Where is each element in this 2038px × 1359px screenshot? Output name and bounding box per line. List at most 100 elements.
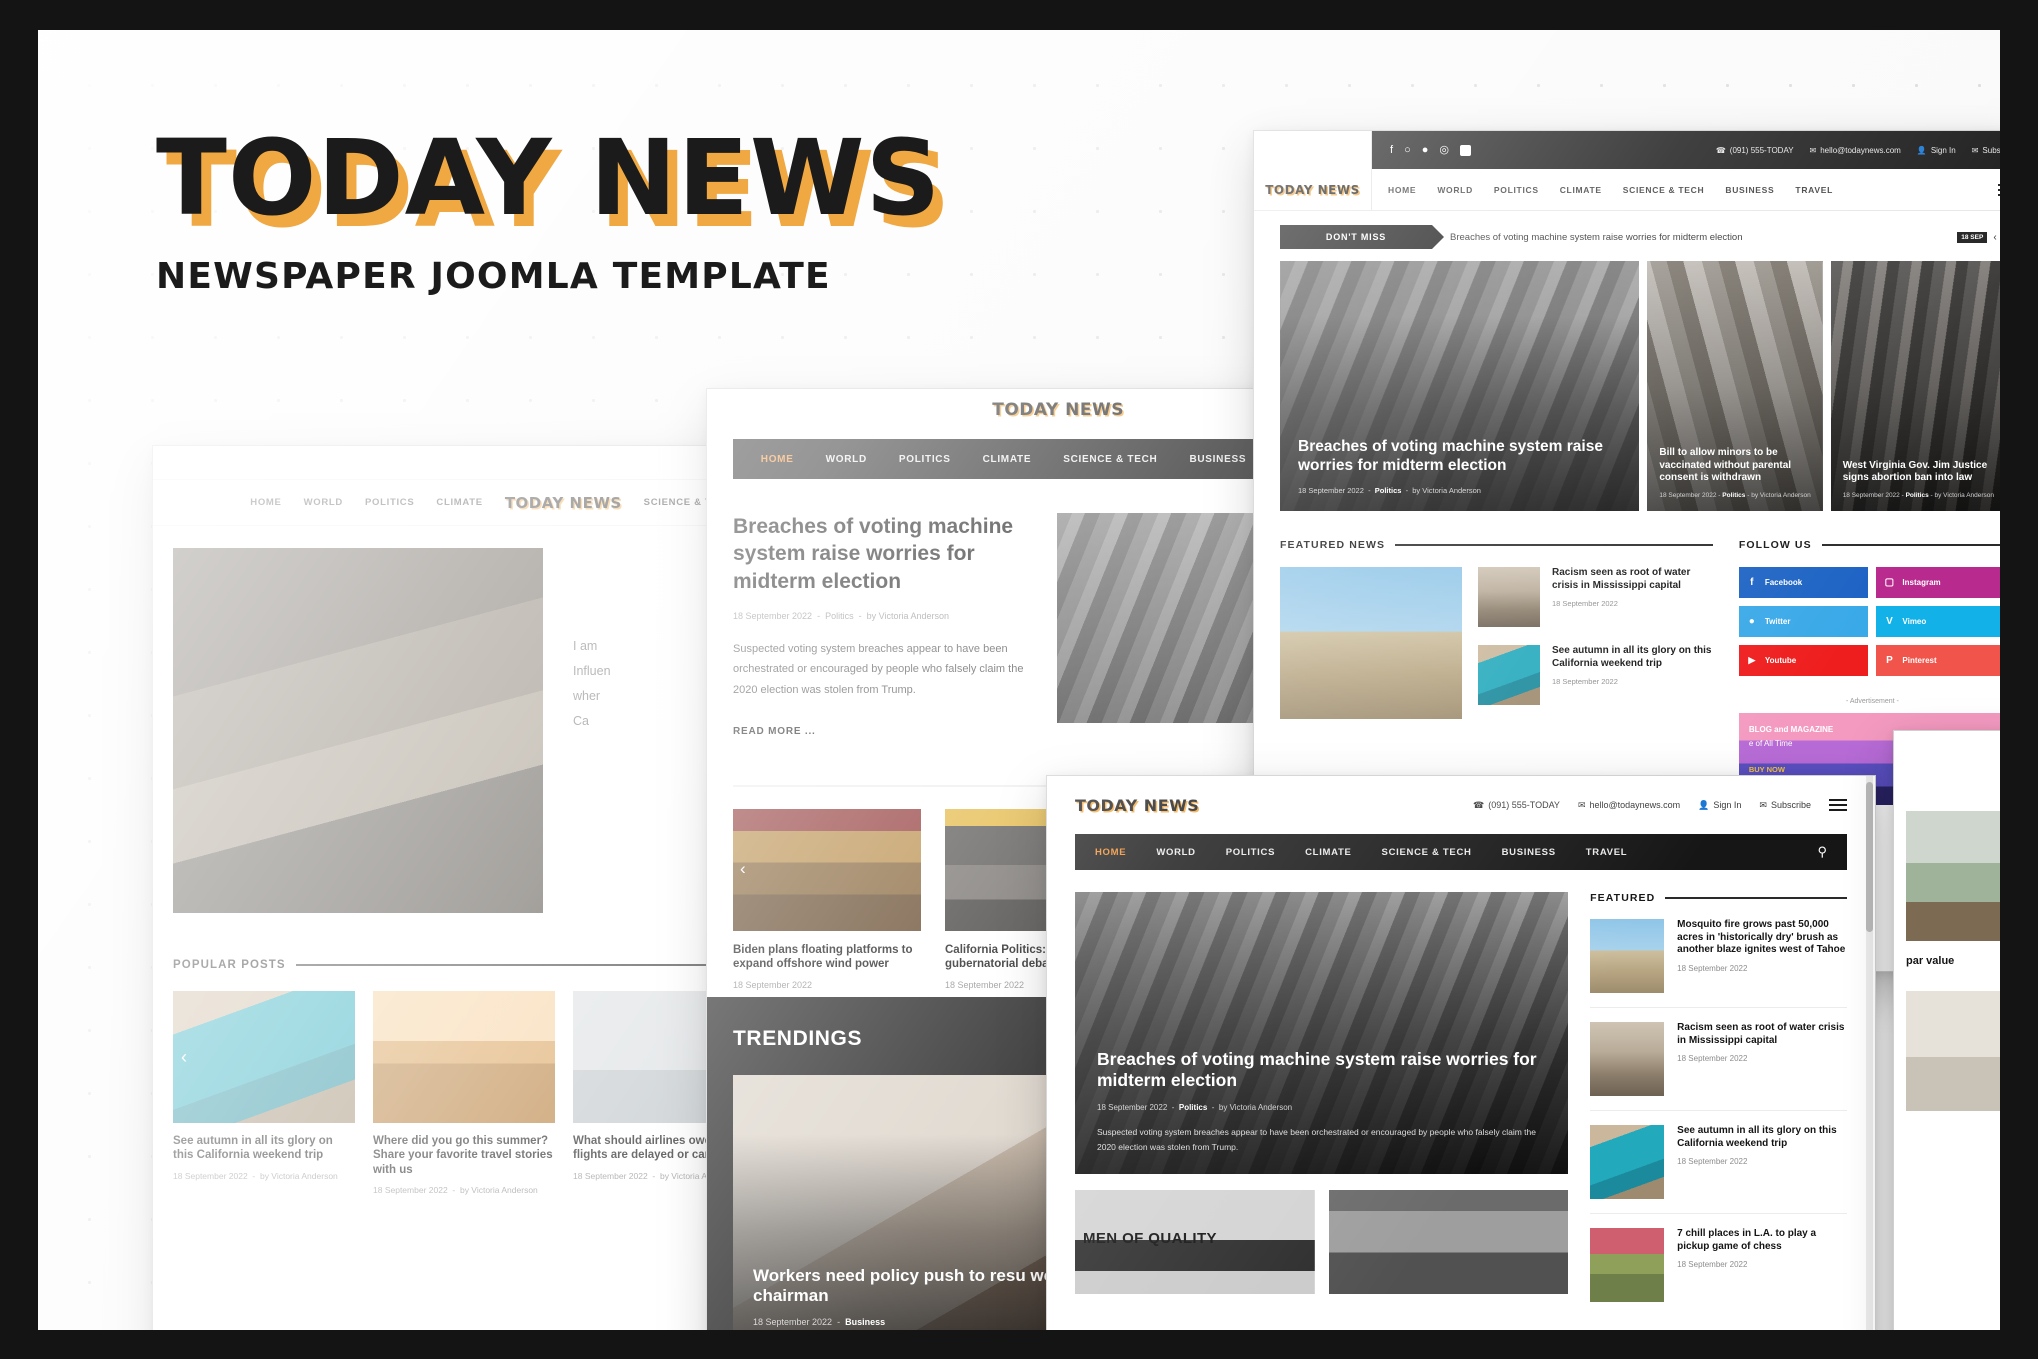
strip-card[interactable] (1328, 1190, 1569, 1294)
item-title[interactable]: Mosquito fire grows past 50,000 acres in… (1677, 919, 1847, 957)
signin-button[interactable]: 👤 Sign In (1917, 146, 1956, 155)
card-title[interactable]: Bill to allow minors to be vaccinated wi… (1659, 447, 1810, 484)
nav-item-business[interactable]: BUSINESS (1189, 454, 1246, 465)
item-thumbnail[interactable] (1590, 919, 1665, 993)
social-icon-row[interactable]: f ○ ● ◎ (1390, 144, 1471, 156)
brand-logo[interactable]: TODAY NEWS (1265, 183, 1359, 197)
brand-logo[interactable]: TODAY NEWS (1075, 796, 1199, 815)
search-icon[interactable]: ⚲ (1817, 844, 1827, 860)
featured-list-item[interactable]: See autumn in all its glory on this Cali… (1478, 645, 1713, 705)
featured-main-image[interactable] (1280, 567, 1462, 719)
trendings-category[interactable]: Business (845, 1317, 885, 1327)
article-category[interactable]: Politics (825, 611, 854, 621)
nav-item-world[interactable]: WORLD (826, 454, 867, 465)
youtube-icon[interactable] (802, 404, 814, 416)
youtube-icon[interactable] (1459, 144, 1471, 156)
post-thumbnail[interactable]: ‹ (173, 991, 355, 1123)
chevron-left-icon[interactable]: ‹ (740, 859, 746, 879)
social-icon-row[interactable]: f ○ ● ◎ (173, 457, 250, 468)
social-button-pinterest[interactable]: P Pinterest (1876, 645, 2000, 676)
signin-button[interactable]: 👤 Sign In (1698, 800, 1741, 811)
nav-item-politics[interactable]: POLITICS (1494, 185, 1539, 195)
facebook-icon[interactable]: f (733, 404, 736, 416)
twitter-icon[interactable]: ○ (1404, 144, 1411, 156)
nav-item-home[interactable]: HOME (761, 454, 794, 465)
nav-item-home[interactable]: HOME (250, 497, 281, 508)
github-icon[interactable]: ● (765, 404, 772, 416)
nav-item-science[interactable]: SCIENCE & TECH (1382, 847, 1472, 858)
mockup-bottomright-home[interactable]: TODAY NEWS ☎ (091) 555-TODAY ✉ hello@tod… (1046, 775, 1876, 1330)
card-image[interactable] (1328, 1190, 1569, 1294)
page-scrollbar[interactable] (1866, 776, 1873, 1330)
hamburger-icon[interactable] (1829, 799, 1847, 811)
hero-title[interactable]: Breaches of voting machine system raise … (1097, 1049, 1546, 1092)
nav-item-science[interactable]: SCIENCE & TECH (1623, 185, 1705, 195)
nav-item-politics[interactable]: POLITICS (899, 454, 951, 465)
dont-miss-headline[interactable]: Breaches of voting machine system raise … (1450, 232, 1743, 243)
card-category[interactable]: Politics (1722, 492, 1745, 499)
nav-item-travel[interactable]: TRAVEL (1795, 185, 1833, 195)
nav-item-world[interactable]: WORLD (304, 497, 343, 508)
popular-post-card[interactable]: Where did you go this summer? Share your… (373, 991, 555, 1195)
social-icon-row[interactable]: f ○ ● ◎ (733, 404, 814, 416)
item-title[interactable]: Racism seen as root of water crisis in M… (1677, 1022, 1847, 1047)
github-icon[interactable]: ● (1422, 144, 1429, 156)
read-more-link[interactable]: READ MORE ... (733, 726, 1033, 737)
social-button-instagram[interactable]: ▢ Instagram (1876, 567, 2000, 598)
subscribe-button[interactable]: ✉ Subscribe (1759, 800, 1811, 811)
mid-nav[interactable]: HOME WORLD POLITICS CLIMATE SCIENCE & TE… (733, 439, 1274, 479)
article-title[interactable]: Breaches of voting machine system raise … (733, 513, 1033, 595)
email-info[interactable]: ✉ hello@todaynews.com (1810, 146, 1901, 155)
nav-item-climate[interactable]: CLIMATE (436, 497, 482, 508)
subscribe-button[interactable]: ✉ Subscribe (1972, 146, 2000, 155)
card-image[interactable]: ‹ (733, 808, 921, 931)
nav-item-home[interactable]: HOME (1095, 847, 1126, 858)
sidebar-item[interactable]: See autumn in all its glory on this Cali… (1590, 1111, 1847, 1213)
nav-item-climate[interactable]: CLIMATE (983, 454, 1032, 465)
hero-category[interactable]: Politics (1375, 486, 1402, 495)
nav-item-home[interactable]: HOME (1388, 185, 1416, 195)
post-title[interactable]: Where did you go this summer? Share your… (373, 1134, 555, 1177)
facebook-icon[interactable]: f (1390, 144, 1393, 156)
nav-item-travel[interactable]: TRAVEL (1586, 847, 1628, 858)
phone-info[interactable]: ☎ (091) 555-TODAY (1716, 146, 1794, 155)
item-title[interactable]: See autumn in all its glory on this Cali… (1552, 645, 1713, 670)
item-thumbnail[interactable] (1590, 1022, 1665, 1096)
hero-card[interactable]: Breaches of voting machine system raise … (1075, 892, 1569, 1174)
twitter-icon[interactable]: ○ (747, 404, 754, 416)
nav-item-climate[interactable]: CLIMATE (1560, 185, 1602, 195)
nav-item-world[interactable]: WORLD (1437, 185, 1473, 195)
item-thumbnail[interactable] (1590, 1125, 1665, 1199)
post-title[interactable]: See autumn in all its glory on this Cali… (173, 1134, 355, 1163)
nav-item-climate[interactable]: CLIMATE (1305, 847, 1351, 858)
github-icon[interactable]: ● (203, 457, 210, 468)
sidebar-item[interactable]: Mosquito fire grows past 50,000 acres in… (1590, 919, 1847, 1007)
br-nav[interactable]: HOME WORLD POLITICS CLIMATE SCIENCE & TE… (1075, 834, 1847, 870)
nav-item-world[interactable]: WORLD (1156, 847, 1195, 858)
nav-item-science[interactable]: SCIENCE & TECH (1063, 454, 1157, 465)
card-category[interactable]: Politics (1906, 492, 1929, 499)
brand-logo[interactable]: TODAY NEWS (992, 400, 1124, 420)
chevron-left-icon[interactable]: ‹ (181, 1047, 187, 1068)
chevron-left-icon[interactable]: ‹ (1993, 232, 1996, 243)
twitter-icon[interactable]: ○ (186, 457, 193, 468)
email-info[interactable]: ✉ hello@todaynews.com (1578, 800, 1680, 811)
dribbble-icon[interactable]: ◎ (1439, 144, 1449, 156)
item-title[interactable]: Racism seen as root of water crisis in M… (1552, 567, 1713, 592)
nav-item-business[interactable]: BUSINESS (1725, 185, 1774, 195)
sliver-image-notes[interactable] (1906, 990, 2000, 1111)
mid-card[interactable]: ‹ Biden plans floating platforms to expa… (733, 808, 921, 990)
dribbble-icon[interactable]: ◎ (782, 404, 792, 416)
mockup-right-sliver[interactable]: par value (1893, 730, 2000, 1330)
social-button-twitter[interactable]: ● Twitter (1738, 606, 1869, 637)
hero-title[interactable]: Breaches of voting machine system raise … (1298, 438, 1621, 476)
item-thumbnail[interactable] (1478, 645, 1540, 705)
phone-info[interactable]: ☎ (091) 555-TODAY (1473, 800, 1560, 811)
nav-item-business[interactable]: BUSINESS (1502, 847, 1556, 858)
hero-image-portrait[interactable] (173, 548, 543, 913)
post-thumbnail[interactable] (373, 991, 555, 1123)
item-title[interactable]: See autumn in all its glory on this Cali… (1677, 1125, 1847, 1150)
social-button-youtube[interactable]: ▶ Youtube (1738, 645, 1869, 676)
hero-card-tertiary[interactable]: West Virginia Gov. Jim Justice signs abo… (1830, 261, 2000, 511)
hero-card-main[interactable]: Breaches of voting machine system raise … (1280, 261, 1640, 511)
